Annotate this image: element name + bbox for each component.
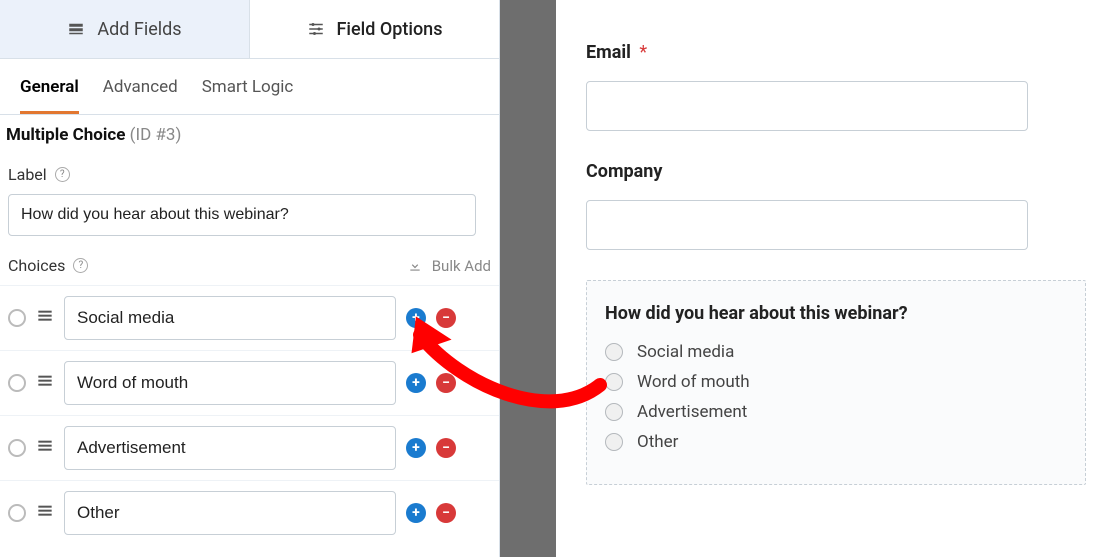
preview-radio-option[interactable]: Social media xyxy=(605,342,1067,362)
preview-company-input[interactable] xyxy=(586,200,1028,250)
add-choice-button[interactable]: + xyxy=(406,438,426,458)
tab-add-fields-label: Add Fields xyxy=(97,19,181,40)
add-choice-button[interactable]: + xyxy=(406,503,426,523)
preview-option-label: Advertisement xyxy=(637,402,747,422)
choices-list: +−+−+−+− xyxy=(0,285,499,545)
preview-option-label: Word of mouth xyxy=(637,372,750,392)
choices-title: Choices xyxy=(8,256,65,275)
field-options-subtabs: General Advanced Smart Logic xyxy=(0,59,499,115)
choice-default-radio[interactable] xyxy=(8,504,26,522)
preview-email-field: Email * xyxy=(586,42,1086,131)
preview-email-label: Email xyxy=(586,42,631,63)
add-choice-button[interactable]: + xyxy=(406,308,426,328)
preview-radio-option[interactable]: Other xyxy=(605,432,1067,452)
choice-row: +− xyxy=(0,415,499,480)
preview-radio-option[interactable]: Word of mouth xyxy=(605,372,1067,392)
preview-multiple-choice-field[interactable]: How did you hear about this webinar? Soc… xyxy=(586,280,1086,485)
required-asterisk: * xyxy=(639,42,647,63)
field-options-panel: Add Fields Field Options General Advance… xyxy=(0,0,500,557)
choices-header: Choices ? Bulk Add xyxy=(0,248,499,285)
radio-icon xyxy=(605,373,623,391)
choice-default-radio[interactable] xyxy=(8,374,26,392)
choice-text-input[interactable] xyxy=(64,296,396,340)
preview-email-input[interactable] xyxy=(586,81,1028,131)
remove-choice-button[interactable]: − xyxy=(436,438,456,458)
download-icon xyxy=(408,259,422,273)
choice-default-radio[interactable] xyxy=(8,309,26,327)
preview-company-field: Company xyxy=(586,161,1086,250)
drag-handle-icon[interactable] xyxy=(36,503,54,523)
radio-icon xyxy=(605,343,623,361)
choice-text-input[interactable] xyxy=(64,426,396,470)
field-heading: Multiple Choice (ID #3) xyxy=(0,115,499,155)
remove-choice-button[interactable]: − xyxy=(436,373,456,393)
preview-radio-option[interactable]: Advertisement xyxy=(605,402,1067,422)
choice-text-input[interactable] xyxy=(64,491,396,535)
field-id: (ID #3) xyxy=(130,125,182,145)
radio-icon xyxy=(605,433,623,451)
field-type-name: Multiple Choice xyxy=(6,125,125,145)
remove-choice-button[interactable]: − xyxy=(436,308,456,328)
preview-option-label: Other xyxy=(637,432,678,452)
help-icon[interactable]: ? xyxy=(55,167,70,182)
tab-add-fields[interactable]: Add Fields xyxy=(0,0,250,58)
add-choice-button[interactable]: + xyxy=(406,373,426,393)
choice-row: +− xyxy=(0,285,499,350)
tab-field-options-label: Field Options xyxy=(337,19,443,40)
drag-handle-icon[interactable] xyxy=(36,308,54,328)
settings-sliders-icon xyxy=(307,20,325,38)
bulk-add-label: Bulk Add xyxy=(432,257,491,275)
preview-question-label: How did you hear about this webinar? xyxy=(605,303,1067,324)
label-input[interactable] xyxy=(8,194,476,236)
choice-default-radio[interactable] xyxy=(8,439,26,457)
subtab-smart-logic[interactable]: Smart Logic xyxy=(202,77,294,114)
remove-choice-button[interactable]: − xyxy=(436,503,456,523)
preview-company-label: Company xyxy=(586,161,662,182)
help-icon[interactable]: ? xyxy=(73,258,88,273)
builder-top-tabs: Add Fields Field Options xyxy=(0,0,499,59)
add-fields-icon xyxy=(67,20,85,38)
choice-row: +− xyxy=(0,350,499,415)
subtab-general[interactable]: General xyxy=(20,77,79,114)
label-section: Label ? xyxy=(0,155,499,248)
bulk-add-button[interactable]: Bulk Add xyxy=(408,257,491,275)
drag-handle-icon[interactable] xyxy=(36,373,54,393)
drag-handle-icon[interactable] xyxy=(36,438,54,458)
panel-divider xyxy=(500,0,556,557)
preview-option-label: Social media xyxy=(637,342,734,362)
choice-row: +− xyxy=(0,480,499,545)
choice-text-input[interactable] xyxy=(64,361,396,405)
label-title: Label xyxy=(8,165,47,184)
subtab-advanced[interactable]: Advanced xyxy=(103,77,178,114)
radio-icon xyxy=(605,403,623,421)
tab-field-options[interactable]: Field Options xyxy=(250,0,499,58)
form-preview: Email * Company How did you hear about t… xyxy=(556,0,1116,557)
